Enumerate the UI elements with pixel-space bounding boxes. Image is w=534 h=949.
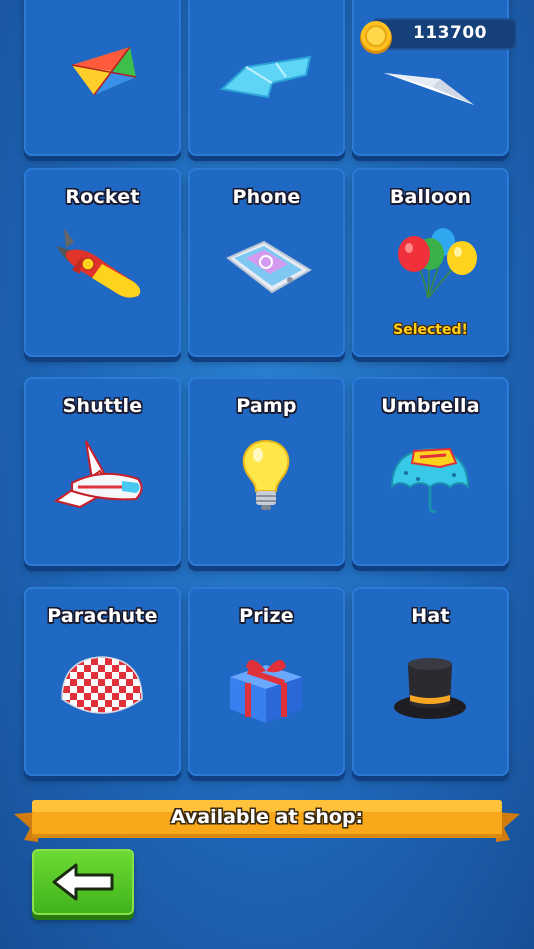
rocket-icon (42, 218, 162, 308)
kite-icon (42, 17, 162, 107)
item-card-parachute[interactable]: Parachute (24, 587, 181, 776)
item-name: Phone (232, 186, 301, 208)
item-name: Prize (239, 605, 294, 627)
top-hat-icon (370, 637, 490, 727)
item-name: Hat (411, 605, 450, 627)
item-card-prize[interactable]: Prize (188, 587, 345, 776)
item-card-phone[interactable]: Phone (188, 168, 345, 357)
shop-banner-label: Available at shop: (170, 806, 364, 828)
item-card-pamp[interactable]: Pamp (188, 377, 345, 566)
item-name: Parachute (47, 605, 158, 627)
phone-icon (206, 218, 326, 308)
back-arrow-icon (52, 863, 114, 901)
item-card-glider[interactable] (188, 0, 345, 156)
item-name: Umbrella (381, 395, 480, 417)
back-button[interactable] (32, 849, 134, 915)
item-name: Balloon (389, 186, 472, 208)
space-shuttle-icon (42, 427, 162, 517)
light-bulb-icon (206, 427, 326, 517)
item-card-hat[interactable]: Hat (352, 587, 509, 776)
item-card-rocket[interactable]: Rocket (24, 168, 181, 357)
item-name: Rocket (65, 186, 140, 208)
coin-balance: 113700 (413, 23, 487, 43)
glider-wing-icon (206, 17, 326, 107)
item-grid: Rocket Phone Balloon Selected! Shuttle P… (24, 0, 510, 786)
item-card-kite[interactable] (24, 0, 181, 156)
selected-label: Selected! (393, 322, 468, 338)
item-card-shuttle[interactable]: Shuttle (24, 377, 181, 566)
item-name: Pamp (236, 395, 297, 417)
balloons-icon (370, 218, 490, 308)
parachute-icon (42, 637, 162, 727)
item-name: Shuttle (62, 395, 143, 417)
gift-box-icon (206, 637, 326, 727)
item-card-umbrella[interactable]: Umbrella (352, 377, 509, 566)
umbrella-icon (370, 427, 490, 517)
gold-coin-icon (358, 18, 396, 56)
item-card-balloon[interactable]: Balloon Selected! (352, 168, 509, 357)
